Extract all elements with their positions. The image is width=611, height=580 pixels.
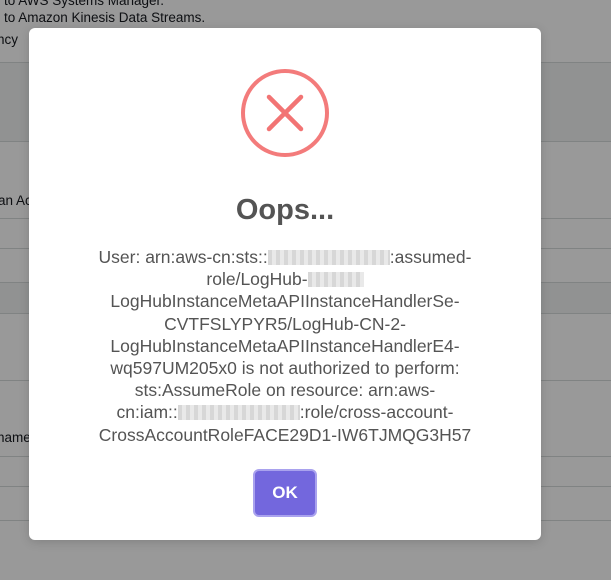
message-text: role/LogHub- [206,269,308,290]
message-line: CVTFSLYPYR5/LogHub-CN-2- [164,313,406,334]
error-dialog: Oops... User: arn:aws-cn:sts:::assumed- … [29,28,541,540]
error-x-icon [241,69,329,157]
dialog-message: User: arn:aws-cn:sts:::assumed- role/Log… [29,246,541,446]
redacted-account-id [267,250,390,265]
dialog-title: Oops... [235,194,335,226]
message-line: wq597UM205x0 is not authorized to perfor… [110,358,460,379]
message-line: LogHubInstanceMetaAPIInstanceHandlerSe- [110,291,460,312]
ok-button[interactable]: OK [253,469,317,517]
message-line: cn:iam:::role/cross-account- [29,401,541,423]
message-text: :assumed- [389,247,472,267]
message-line: role/LogHub- [29,268,541,290]
ok-button-label: OK [272,483,298,502]
message-text: :role/cross-account- [299,402,454,423]
message-text: cn:iam:: [116,402,178,423]
message-text: User: arn:aws-cn:sts:: [98,247,268,267]
redacted-account-id [177,405,300,421]
message-line: LogHubInstanceMetaAPIInstanceHandlerE4- [110,335,460,356]
page: to AWS Systems Manager. to Amazon Kinesi… [0,0,611,580]
redacted-value [307,272,364,288]
message-line: User: arn:aws-cn:sts:::assumed- [29,246,541,268]
message-line: CrossAccountRoleFACE29D1-IW6TJMQG3H57 [98,424,472,445]
message-line: sts:AssumeRole on resource: arn:aws- [134,380,436,401]
